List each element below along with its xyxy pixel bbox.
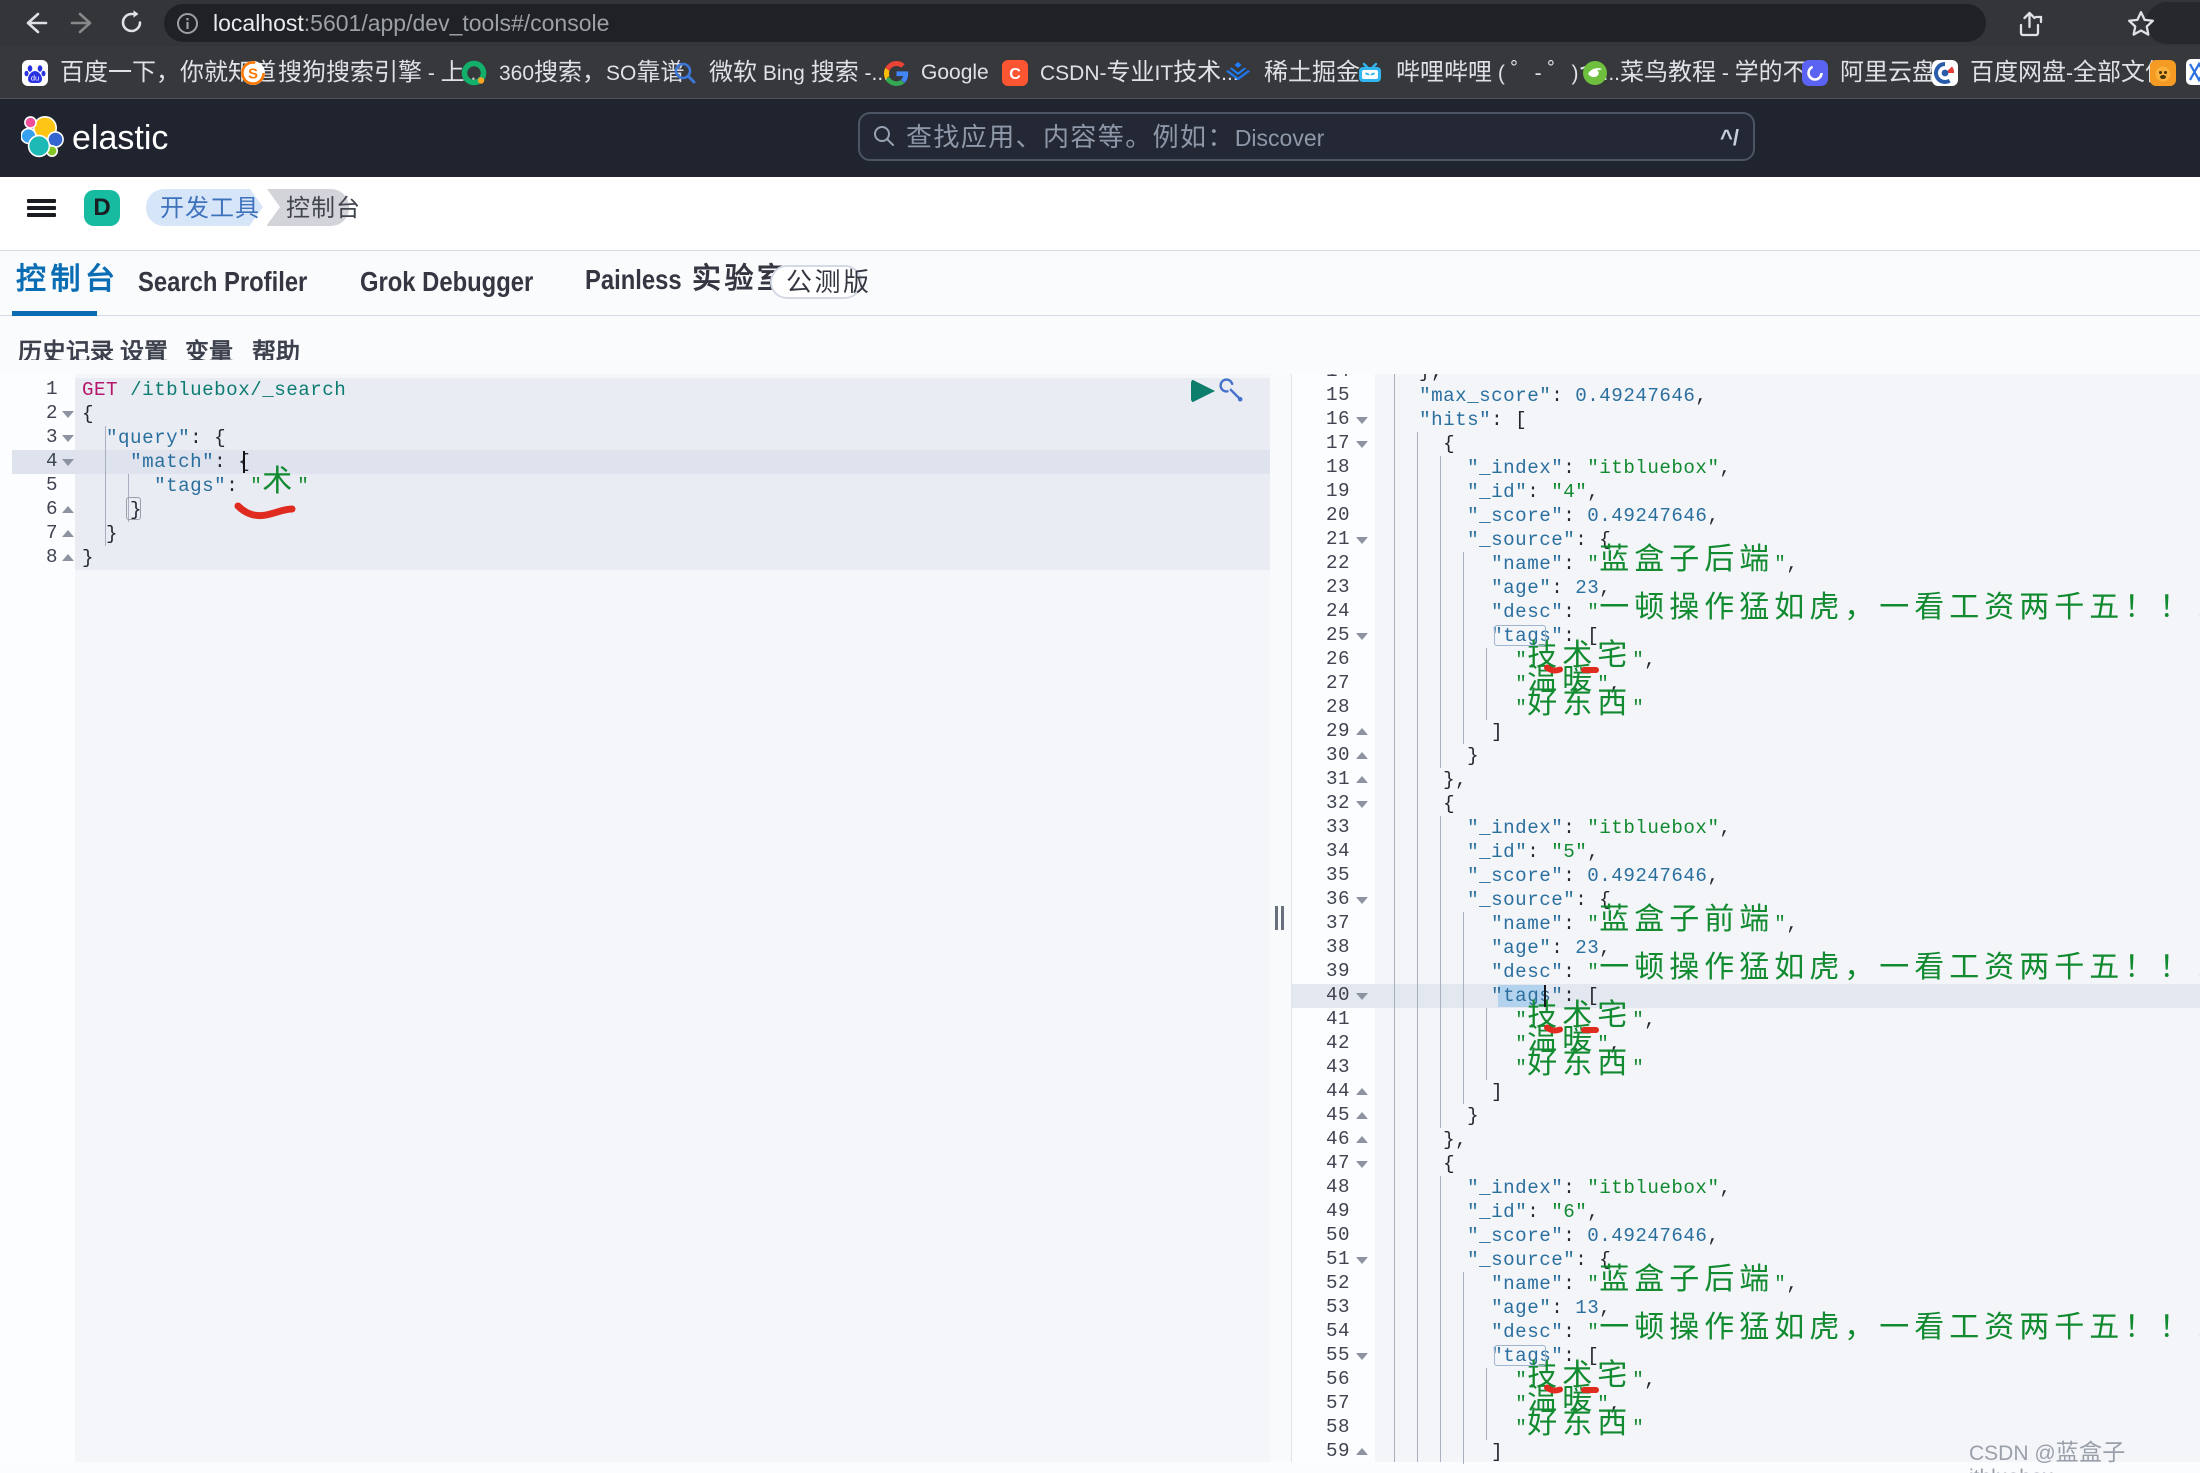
svg-text:S: S	[248, 66, 258, 83]
svg-text:du: du	[31, 74, 39, 83]
svg-text:C: C	[1009, 66, 1021, 83]
